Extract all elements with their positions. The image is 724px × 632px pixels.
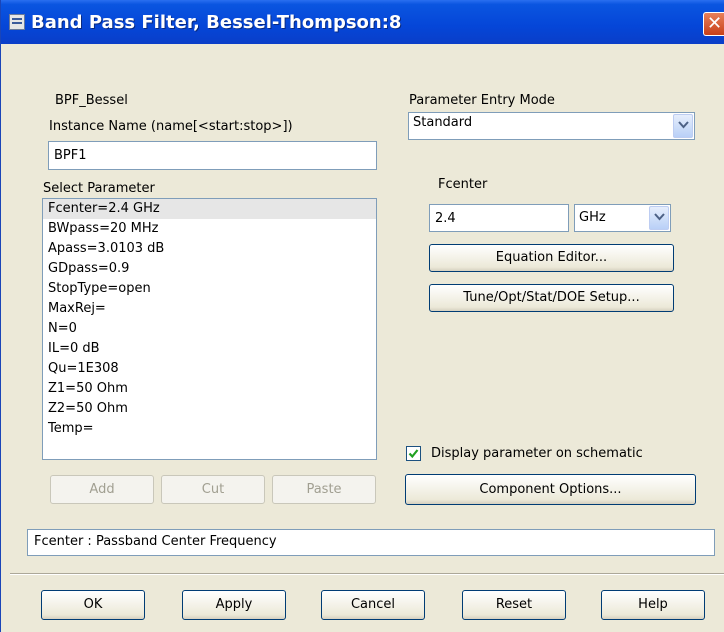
cancel-button[interactable]: Cancel	[321, 590, 425, 620]
list-item[interactable]: Qu=1E308	[43, 359, 376, 379]
dialog-window: Band Pass Filter, Bessel-Thompson:8 ✕ BP…	[0, 0, 724, 632]
footer-divider	[10, 573, 724, 575]
chevron-down-icon[interactable]	[649, 206, 669, 230]
list-item[interactable]: Temp=	[43, 419, 376, 439]
list-item[interactable]: N=0	[43, 319, 376, 339]
component-name: BPF_Bessel	[55, 93, 128, 108]
list-item[interactable]: IL=0 dB	[43, 339, 376, 359]
select-parameter-label: Select Parameter	[43, 181, 155, 196]
add-button[interactable]: Add	[50, 475, 154, 504]
title-bar[interactable]: Band Pass Filter, Bessel-Thompson:8 ✕	[1, 0, 724, 44]
equation-editor-button[interactable]: Equation Editor...	[429, 244, 674, 272]
unit-value: GHz	[579, 210, 606, 225]
list-item[interactable]: Apass=3.0103 dB	[43, 239, 376, 259]
display-parameter-checkbox[interactable]	[406, 446, 421, 461]
close-button[interactable]: ✕	[703, 12, 724, 36]
list-item[interactable]: MaxRej=	[43, 299, 376, 319]
reset-button[interactable]: Reset	[462, 590, 566, 620]
ok-button[interactable]: OK	[41, 590, 145, 620]
apply-button[interactable]: Apply	[182, 590, 286, 620]
app-icon	[9, 14, 25, 30]
list-item[interactable]: BWpass=20 MHz	[43, 219, 376, 239]
list-item[interactable]: Z2=50 Ohm	[43, 399, 376, 419]
entry-mode-value: Standard	[413, 115, 473, 130]
tune-setup-button[interactable]: Tune/Opt/Stat/DOE Setup...	[429, 284, 674, 312]
parameter-list[interactable]: Fcenter=2.4 GHz BWpass=20 MHz Apass=3.01…	[42, 198, 377, 460]
display-parameter-label: Display parameter on schematic	[431, 446, 643, 461]
component-options-button[interactable]: Component Options...	[405, 474, 696, 505]
paste-button[interactable]: Paste	[272, 475, 376, 504]
instance-name-input[interactable]: BPF1	[48, 141, 377, 170]
parameter-name-label: Fcenter	[438, 177, 488, 192]
list-item[interactable]: GDpass=0.9	[43, 259, 376, 279]
help-button[interactable]: Help	[601, 590, 705, 620]
list-item[interactable]: StopType=open	[43, 279, 376, 299]
instance-name-label: Instance Name (name[<start:stop>])	[49, 119, 293, 134]
list-item[interactable]: Z1=50 Ohm	[43, 379, 376, 399]
entry-mode-label: Parameter Entry Mode	[409, 93, 555, 108]
chevron-down-icon[interactable]	[673, 114, 693, 138]
parameter-value-input[interactable]: 2.4	[429, 204, 569, 232]
list-item[interactable]: Fcenter=2.4 GHz	[43, 199, 376, 219]
cut-button[interactable]: Cut	[161, 475, 265, 504]
unit-select[interactable]: GHz	[574, 204, 671, 232]
window-title: Band Pass Filter, Bessel-Thompson:8	[31, 12, 402, 33]
status-description: Fcenter : Passband Center Frequency	[27, 529, 715, 556]
entry-mode-select[interactable]: Standard	[408, 112, 695, 140]
